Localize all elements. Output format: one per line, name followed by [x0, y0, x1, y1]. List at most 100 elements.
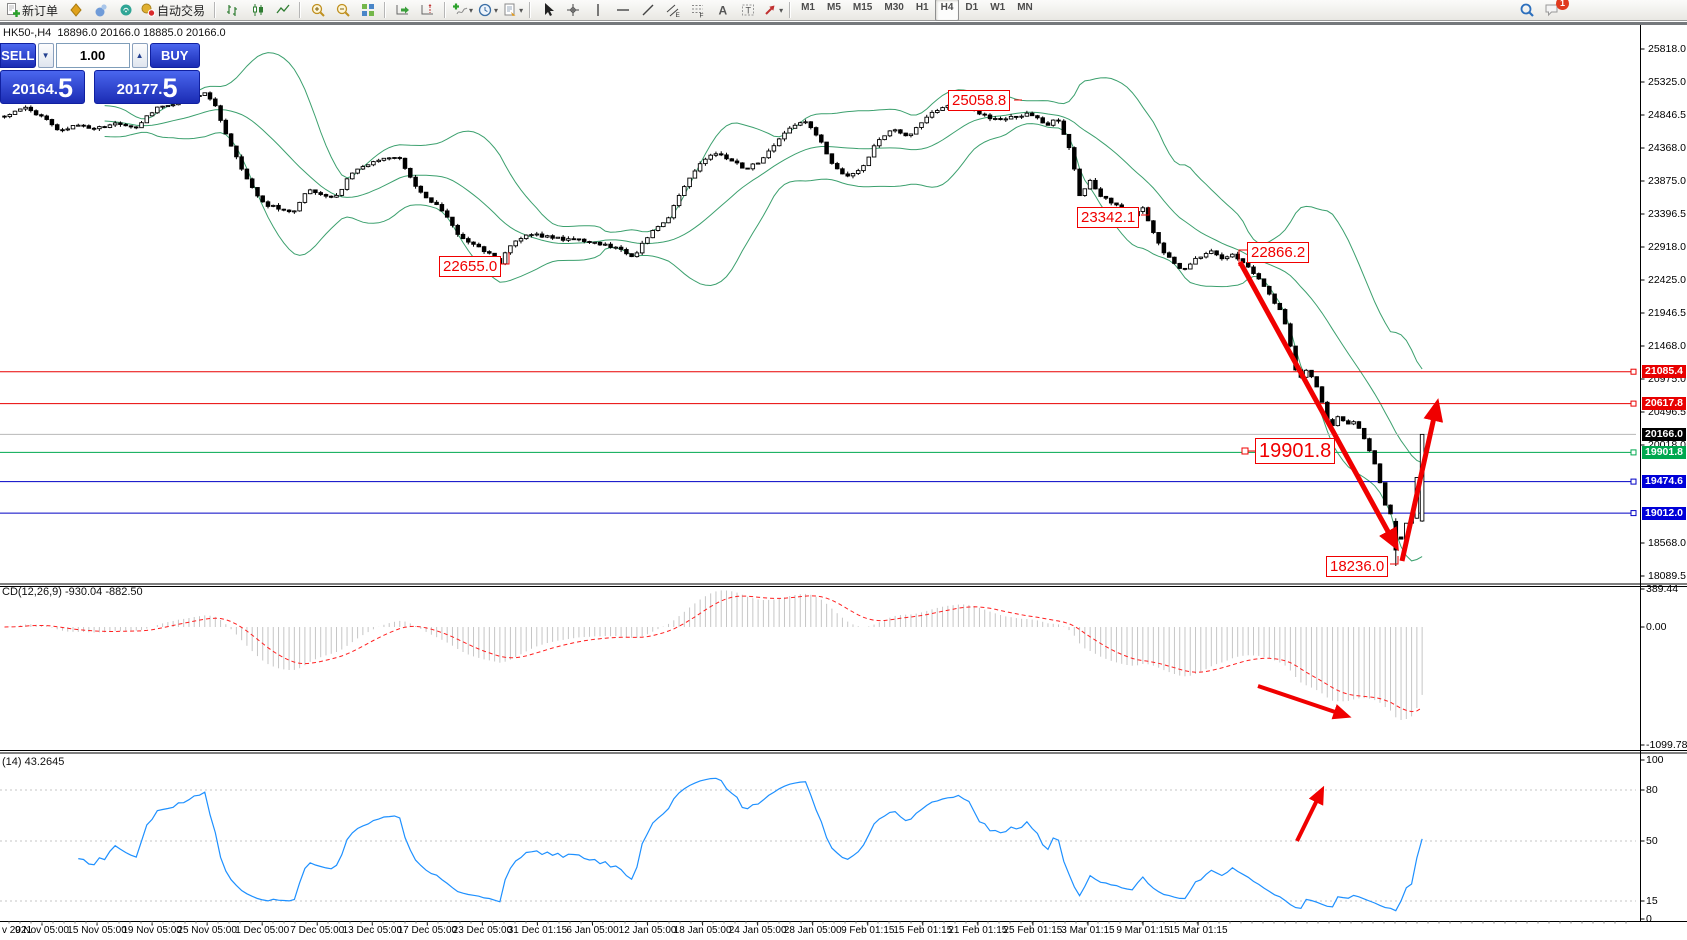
rsi-layer — [0, 778, 1636, 910]
search-icon — [1519, 2, 1535, 18]
timeframe-m1-button[interactable]: M1 — [795, 0, 821, 21]
candle-chart-button[interactable] — [245, 0, 270, 20]
one-click-trading-panel: SELL ▼ ▲ BUY 20164.5 20177.5 — [0, 43, 200, 104]
equidistant-channel-button[interactable]: E — [660, 0, 685, 20]
buy-price-display[interactable]: 20177.5 — [94, 70, 200, 104]
volume-input[interactable] — [56, 43, 130, 68]
metaquotes-icon — [68, 2, 84, 18]
svg-text:T: T — [745, 6, 751, 16]
zoom-out-icon — [335, 2, 351, 18]
trend-arrow[interactable] — [1258, 686, 1347, 716]
indicators-icon — [452, 2, 468, 18]
annotation-anchor[interactable] — [1242, 448, 1248, 454]
zoom-in-icon — [310, 2, 326, 18]
rsi-indicator-label: (14) 43.2645 — [2, 756, 64, 768]
chevron-down-icon[interactable]: ▾ — [494, 6, 498, 15]
symbol-info: HK50-,H4 18896.0 20166.0 18885.0 20166.0 — [3, 27, 226, 39]
signals-button[interactable] — [113, 0, 138, 20]
timeframe-h4-button[interactable]: H4 — [935, 0, 960, 21]
horizontal-level-lines[interactable] — [0, 369, 1636, 515]
trend-arrow[interactable] — [1402, 404, 1437, 561]
chevron-down-icon[interactable]: ▾ — [779, 6, 783, 15]
templates-icon — [502, 2, 518, 18]
text-button[interactable]: A — [710, 0, 735, 20]
new-order-button[interactable]: 新订单 — [3, 0, 63, 20]
new-order-icon — [5, 2, 21, 18]
timeframe-mn-button[interactable]: MN — [1011, 0, 1039, 21]
community-icon — [93, 2, 109, 18]
toolbar-separator — [299, 2, 301, 18]
chart-shift-button[interactable] — [415, 0, 440, 20]
volume-increase-button[interactable]: ▲ — [132, 43, 148, 68]
toolbar-separator — [384, 2, 386, 18]
svg-text:E: E — [675, 12, 680, 18]
zoom-out-button[interactable] — [330, 0, 355, 20]
svg-text:F: F — [699, 13, 703, 19]
chat-button[interactable]: 1 — [1539, 0, 1564, 20]
chart-shift-icon — [420, 2, 436, 18]
buy-button[interactable]: BUY — [150, 43, 200, 68]
toolbar: 新订单 自动交易 ▾ ▾ ▾ E F A T ▾ M1M5M15M30H1H4D1W1MN 1 — [0, 0, 1687, 21]
tile-windows-icon — [360, 2, 376, 18]
timeframe-w1-button[interactable]: W1 — [984, 0, 1011, 21]
level-handle[interactable] — [1631, 401, 1636, 406]
toolbar-separator — [529, 2, 531, 18]
signals-icon — [118, 2, 134, 18]
auto-trading-icon — [140, 2, 156, 18]
annotations-layer[interactable] — [501, 100, 1437, 841]
fibonacci-button[interactable]: F — [685, 0, 710, 20]
horizontal-line-icon — [615, 2, 631, 18]
chevron-down-icon[interactable]: ▾ — [469, 6, 473, 15]
text-label-icon: T — [740, 2, 756, 18]
equidistant-channel-icon: E — [665, 2, 681, 18]
bollinger-bands — [105, 53, 1423, 561]
window-edge — [0, 22, 1687, 25]
tile-windows-button[interactable] — [355, 0, 380, 20]
level-handle[interactable] — [1631, 450, 1636, 455]
timeframe-m15-button[interactable]: M15 — [847, 0, 878, 21]
macd-signal-line — [5, 596, 1423, 712]
indicators-button[interactable]: ▾ — [450, 0, 475, 20]
periods-button[interactable]: ▾ — [475, 0, 500, 20]
cursor-button[interactable] — [535, 0, 560, 20]
templates-button[interactable]: ▾ — [500, 0, 525, 20]
timeframe-d1-button[interactable]: D1 — [959, 0, 984, 21]
timeframe-m30-button[interactable]: M30 — [878, 0, 909, 21]
level-handle[interactable] — [1631, 479, 1636, 484]
new-order-label: 新订单 — [22, 2, 58, 19]
search-button[interactable] — [1514, 0, 1539, 20]
toolbar-separator — [789, 2, 791, 18]
community-button[interactable] — [88, 0, 113, 20]
line-chart-button[interactable] — [270, 0, 295, 20]
text-label-button[interactable]: T — [735, 0, 760, 20]
zoom-in-button[interactable] — [305, 0, 330, 20]
notification-badge[interactable]: 1 — [1556, 0, 1569, 10]
trend-arrow[interactable] — [1297, 790, 1322, 841]
timeframe-m5-button[interactable]: M5 — [821, 0, 847, 21]
trade-panel-top-row: SELL ▼ ▲ BUY — [0, 43, 200, 68]
line-chart-icon — [275, 2, 291, 18]
chart-canvas[interactable] — [0, 0, 1687, 940]
level-handle[interactable] — [1631, 369, 1636, 374]
sell-button[interactable]: SELL — [0, 43, 36, 68]
timeframe-h1-button[interactable]: H1 — [910, 0, 935, 21]
bar-chart-button[interactable] — [220, 0, 245, 20]
buy-price-pips: 5 — [162, 75, 177, 102]
sell-price-display[interactable]: 20164.5 — [0, 70, 85, 104]
trendline-button[interactable] — [635, 0, 660, 20]
auto-scroll-button[interactable] — [390, 0, 415, 20]
crosshair-button[interactable] — [560, 0, 585, 20]
arrows-icon — [762, 2, 778, 18]
auto-trading-button[interactable]: 自动交易 — [138, 0, 210, 20]
horizontal-line-button[interactable] — [610, 0, 635, 20]
arrows-button[interactable]: ▾ — [760, 0, 785, 20]
volume-decrease-button[interactable]: ▼ — [38, 43, 54, 68]
toolbar-right-icons: 1 — [1514, 0, 1564, 20]
vertical-line-button[interactable] — [585, 0, 610, 20]
text-icon: A — [715, 2, 731, 18]
level-handle[interactable] — [1631, 511, 1636, 516]
trade-panel-price-row: 20164.5 20177.5 — [0, 70, 200, 104]
chevron-down-icon[interactable]: ▾ — [519, 6, 523, 15]
metaquotes-button[interactable] — [63, 0, 88, 20]
toolbar-separator — [444, 2, 446, 18]
